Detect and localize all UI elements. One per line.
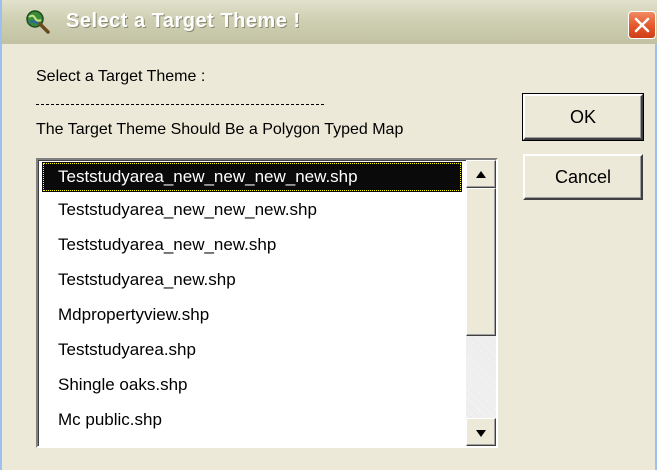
scroll-down-button[interactable] [466,418,496,446]
theme-list-item[interactable]: Teststudyarea_new_new_new_new.shp [42,162,462,192]
polygon-requirement-note: The Target Theme Should Be a Polygon Typ… [36,121,404,138]
arrow-down-icon [476,430,486,437]
arrow-up-icon [476,171,486,178]
theme-list-item[interactable]: Teststudyarea_new_new.shp [38,227,466,262]
theme-list: Teststudyarea_new_new_new_new.shp Teststu… [38,160,466,437]
prompt-label: Select a Target Theme : [36,68,206,85]
globe-magnifier-icon [24,8,50,34]
theme-list-item[interactable]: Mc public.shp [38,402,466,437]
theme-list-item[interactable]: Teststudyarea.shp [38,332,466,367]
close-icon [634,17,650,33]
theme-list-item[interactable]: Teststudyarea_new.shp [38,262,466,297]
theme-listbox[interactable]: Teststudyarea_new_new_new_new.shp Teststu… [36,158,498,448]
dotted-divider [36,104,324,105]
vertical-scrollbar[interactable] [466,160,496,446]
cancel-button[interactable]: Cancel [523,154,643,200]
dialog-window: Select a Target Theme ! Select a Target … [0,0,657,470]
theme-list-item[interactable]: Teststudyarea_new_new_new.shp [38,192,466,227]
theme-list-item[interactable]: Shingle oaks.shp [38,367,466,402]
window-title: Select a Target Theme ! [66,10,301,32]
title-bar[interactable]: Select a Target Theme ! [2,0,657,44]
scroll-thumb[interactable] [466,188,496,336]
close-button[interactable] [628,11,656,39]
ok-button[interactable]: OK [522,93,644,141]
theme-list-item[interactable]: Mdpropertyview.shp [38,297,466,332]
scroll-up-button[interactable] [466,160,496,188]
